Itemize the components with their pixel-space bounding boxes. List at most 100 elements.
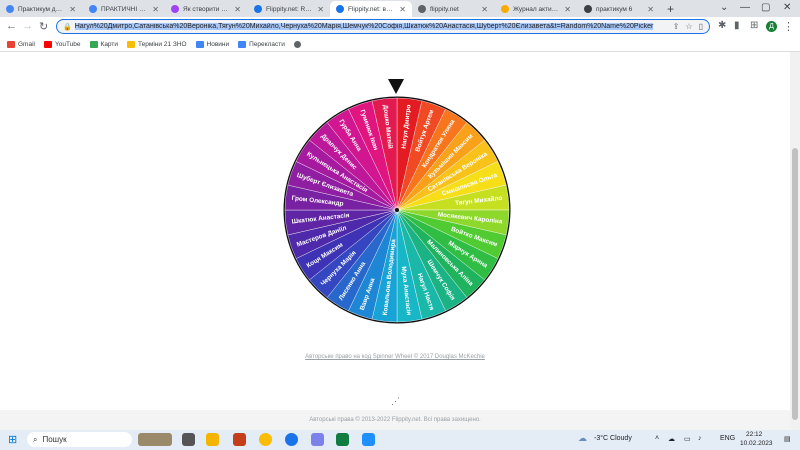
bookmark-item[interactable]: Карти xyxy=(89,40,119,48)
notifications-icon[interactable]: ▤ xyxy=(784,435,791,443)
reload-icon[interactable]: ↻ xyxy=(39,20,48,33)
browser-tab[interactable]: flippity.net ✕ xyxy=(412,1,494,17)
network-icon[interactable]: ▭ xyxy=(684,435,691,443)
tab-label: Flippity.net: вибо xyxy=(348,5,396,13)
tab-favicon-icon xyxy=(6,5,14,13)
bookmark-icon xyxy=(238,40,247,48)
tab-strip: Практикум для с✕ПРАКТИЧНІ РОБО✕Як створи… xyxy=(0,0,800,17)
bookmark-item[interactable]: Терміни 21 ЗНО xyxy=(127,40,187,48)
back-icon[interactable]: ← xyxy=(6,20,17,32)
windows-taskbar: ⊞ ⌕ Пошук ☁ -3°C Cloudy ˄ ☁ ▭ ♪ ENG 22:1… xyxy=(0,430,800,450)
bookmark-label: Перекласти xyxy=(249,40,285,48)
tab-label: Як створити рано xyxy=(183,5,230,13)
taskbar-search[interactable]: ⌕ Пошук xyxy=(27,432,132,447)
telegram-icon[interactable] xyxy=(362,433,375,446)
share-icon[interactable]: ⋰ xyxy=(391,396,400,407)
bookmark-label: YouTube xyxy=(54,40,81,48)
search-highlight-image[interactable] xyxy=(138,433,172,446)
teams-icon[interactable] xyxy=(311,433,324,446)
clock-date[interactable]: 10.02.2023 xyxy=(740,440,773,447)
task-view-icon[interactable] xyxy=(182,433,195,446)
bookmark-icon xyxy=(89,40,98,48)
tab-close-icon[interactable]: ✕ xyxy=(234,5,241,14)
wheel-pointer xyxy=(388,79,404,94)
bookmark-label: Gmail xyxy=(18,40,35,48)
wheel-credit: Авторське право на код Spinner Wheel © 2… xyxy=(0,354,790,360)
tab-close-icon[interactable]: ✕ xyxy=(647,5,654,14)
scrollbar-thumb[interactable] xyxy=(792,148,798,420)
bookmark-item[interactable]: Перекласти xyxy=(238,40,285,48)
side-panel-toggle-icon[interactable]: ▮ xyxy=(734,20,740,31)
credit-link[interactable]: Spinner Wheel © 2017 Douglas McKechie xyxy=(373,354,485,360)
tab-close-icon[interactable]: ✕ xyxy=(152,5,159,14)
start-icon[interactable]: ⊞ xyxy=(8,433,17,446)
bookmark-star-icon[interactable]: ☆ xyxy=(685,22,692,31)
tab-close-icon[interactable]: ✕ xyxy=(69,5,76,14)
share-page-icon[interactable]: ⇪ xyxy=(673,22,680,31)
tab-favicon-icon xyxy=(501,5,509,13)
bookmark-item[interactable] xyxy=(293,40,304,48)
browser-tab[interactable]: практикум 6 ✕ xyxy=(578,1,660,17)
browser-tab[interactable]: Журнал активно ✕ xyxy=(495,1,577,17)
tab-close-icon[interactable]: ✕ xyxy=(481,5,488,14)
browser-tab[interactable]: Flippity.net: вибо ✕ xyxy=(330,1,412,17)
tab-favicon-icon xyxy=(418,5,426,13)
onedrive-icon[interactable]: ☁ xyxy=(668,435,675,443)
tab-favicon-icon xyxy=(254,5,262,13)
excel-icon[interactable] xyxy=(336,433,349,446)
tab-label: практикум 6 xyxy=(596,5,633,13)
credit-prefix: Авторське право на код xyxy=(305,354,373,360)
address-bar[interactable]: 🔒 Нагул%20Дмитро,Сатанівська%20Вероніка,… xyxy=(56,19,710,34)
close-window-icon[interactable]: ✕ xyxy=(783,2,791,13)
language-indicator[interactable]: ENG xyxy=(720,435,735,442)
tab-close-icon[interactable]: ✕ xyxy=(564,5,571,14)
weather-text[interactable]: -3°C Cloudy xyxy=(594,435,632,442)
bookmark-item[interactable]: Новини xyxy=(195,40,230,48)
chrome-icon[interactable] xyxy=(259,433,272,446)
lock-icon: 🔒 xyxy=(63,23,72,31)
tray-chevron-icon[interactable]: ˄ xyxy=(655,435,659,442)
side-panel-icon[interactable]: ▯ xyxy=(699,22,703,31)
url-text[interactable]: Нагул%20Дмитро,Сатанівська%20Вероніка,Тя… xyxy=(74,23,673,30)
puzzle-icon[interactable]: ⊞ xyxy=(750,20,758,31)
tab-favicon-icon xyxy=(336,5,344,13)
browser-toolbar: ← → ↻ 🔒 Нагул%20Дмитро,Сатанівська%20Вер… xyxy=(0,17,800,37)
forward-icon[interactable]: → xyxy=(22,20,33,32)
tab-label: Практикум для с xyxy=(18,5,66,13)
menu-kebab-icon[interactable]: ⋮ xyxy=(783,20,794,33)
spinner-wheel[interactable]: Нагул Дмитро Войтук АртемКондратюк УлянаК… xyxy=(282,95,512,325)
search-icon: ⌕ xyxy=(33,434,38,444)
zoom-icon[interactable] xyxy=(285,433,298,446)
bookmark-item[interactable]: YouTube xyxy=(43,40,81,48)
wheel-hub xyxy=(395,208,399,212)
bookmark-icon xyxy=(195,40,204,48)
browser-tab[interactable]: Практикум для с ✕ xyxy=(0,1,82,17)
extensions-icon[interactable]: ✱ xyxy=(718,20,726,31)
browser-tab[interactable]: ПРАКТИЧНІ РОБО✕ xyxy=(83,1,165,17)
weather-icon[interactable]: ☁ xyxy=(578,433,587,444)
clock-time[interactable]: 22:12 xyxy=(746,431,762,438)
taskbar-search-label: Пошук xyxy=(42,435,67,444)
site-footer: Авторські права © 2013-2022 Flippity.net… xyxy=(0,410,790,430)
file-explorer-icon[interactable] xyxy=(206,433,219,446)
volume-icon[interactable]: ♪ xyxy=(698,435,702,442)
page-content: Нагул Дмитро Войтук Артем Кондратюк Уляна К… xyxy=(0,52,790,430)
bookmark-label: Карти xyxy=(100,40,119,48)
profile-avatar[interactable]: Д xyxy=(766,21,777,32)
powerpoint-icon[interactable] xyxy=(233,433,246,446)
maximize-icon[interactable]: ▢ xyxy=(761,2,770,13)
bookmark-label: Новини xyxy=(206,40,230,48)
tab-favicon-icon xyxy=(171,5,179,13)
tab-close-icon[interactable]: ✕ xyxy=(399,5,406,14)
tab-label: Flippity.net: Rand xyxy=(266,5,314,13)
bookmark-item[interactable]: Gmail xyxy=(7,40,35,48)
tab-label: Журнал активно xyxy=(513,5,561,13)
new-tab-button[interactable]: + xyxy=(667,2,674,16)
browser-tab[interactable]: Flippity.net: Rand ✕ xyxy=(248,1,330,17)
browser-tab[interactable]: Як створити рано ✕ xyxy=(165,1,247,17)
tab-search-chevron-icon[interactable]: ⌄ xyxy=(720,2,728,13)
bookmark-icon xyxy=(293,40,301,48)
tab-close-icon[interactable]: ✕ xyxy=(317,5,324,14)
tab-favicon-icon xyxy=(89,5,97,13)
minimize-icon[interactable]: — xyxy=(740,2,750,13)
